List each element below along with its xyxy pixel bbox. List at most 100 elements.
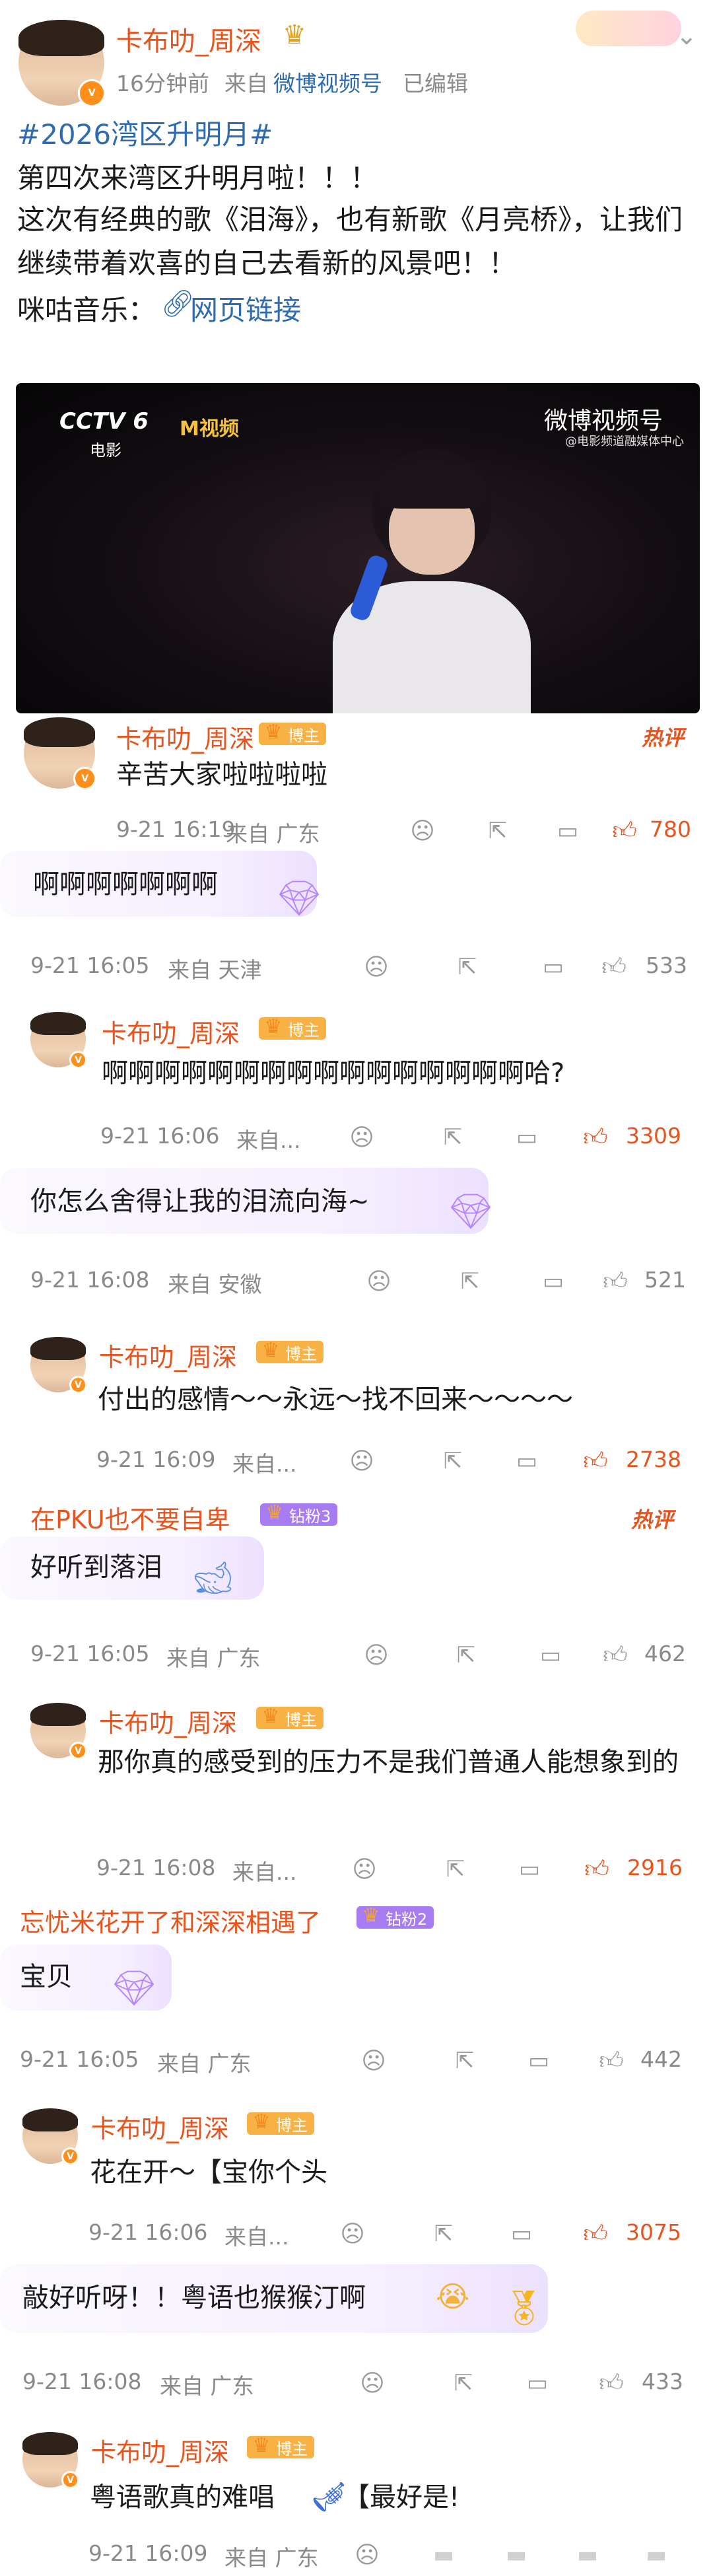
like-icon[interactable]: 👍︎ [601, 1641, 630, 1670]
comment-icon[interactable]: ▭ [539, 1267, 568, 1296]
like-count: 780 [650, 816, 691, 842]
post-hashtag[interactable]: #2026湾区升明月# [17, 112, 273, 153]
cctv6-logo: CCTV 6 [59, 408, 149, 435]
like-icon[interactable]: 👍︎ [597, 2046, 626, 2075]
comment-icon[interactable]: ▭ [515, 1855, 544, 1884]
hot-comment-label: 热评 [631, 1507, 674, 1532]
share-icon[interactable]: ⇱ [452, 1641, 481, 1670]
dislike-icon[interactable]: ☹ [408, 816, 437, 845]
bozhu-badge: ♛ 博主 [247, 2434, 314, 2458]
comment-author[interactable]: 卡布叻_周深 [99, 1337, 237, 1373]
post-header-decoration [576, 11, 681, 46]
bozhu-badge: ♛ 博主 [259, 1015, 326, 1040]
comment-text: 好听到落泪 [30, 1552, 162, 1583]
dislike-icon[interactable]: ☹ [358, 2369, 387, 2398]
fan-badge: ♛ 钻粉3 [260, 1501, 338, 1526]
comment-text-tail: 【最好是! [343, 2482, 460, 2513]
comment-time: 9-21 16:05 [20, 2046, 139, 2072]
chevron-down-icon[interactable]: ⌄ [676, 21, 697, 50]
share-icon[interactable]: ⇱ [456, 1267, 485, 1296]
share-icon[interactable]: ⇱ [450, 2046, 479, 2075]
post-author-name[interactable]: 卡布叻_周深 [116, 20, 261, 58]
crown-badge-icon: 🏅︎ [502, 2289, 546, 2328]
like-icon[interactable]: 👍︎ [581, 2219, 610, 2248]
comment-icon[interactable]: ▭ [507, 2219, 536, 2248]
share-icon[interactable]: ⇱ [441, 1855, 470, 1884]
bozhu-badge: ♛ 博主 [256, 1339, 323, 1363]
comment-icon[interactable]: ▭ [512, 1123, 541, 1152]
post-time: 16分钟前 [116, 71, 209, 96]
comment-icon[interactable]: ▭ [524, 2046, 553, 2075]
comment-location: 来自 安徽 [168, 1271, 262, 1297]
dislike-icon[interactable]: ☹ [338, 2219, 367, 2248]
fan-badge: ♛ 钻粉2 [356, 1904, 434, 1929]
like-icon[interactable]: 👍︎ [599, 952, 628, 982]
like-icon[interactable]: 👍︎ [581, 1447, 610, 1476]
crown-icon: ♛ [264, 721, 283, 744]
comment-author[interactable]: 忘忧米花开了和深深相遇了 [20, 1902, 321, 1939]
dislike-icon[interactable]: ☹ [359, 2046, 388, 2075]
share-icon[interactable]: ⇱ [453, 952, 482, 982]
like-icon[interactable]: 👍︎ [597, 2369, 626, 2398]
comment-author[interactable]: 卡布叻_周深 [91, 2108, 229, 2145]
dislike-icon[interactable]: ☹ [347, 1123, 376, 1152]
post-author-avatar[interactable]: V [18, 20, 106, 107]
post-web-link[interactable]: 网页链接 [190, 288, 301, 328]
comment-time: 9-21 16:06 [100, 1123, 220, 1149]
dislike-icon[interactable]: ☹ [362, 1641, 391, 1670]
post-edited: 已编辑 [403, 71, 468, 96]
comment-author[interactable]: 卡布叻_周深 [116, 719, 254, 755]
avatar[interactable]: V [22, 2108, 79, 2165]
comment-icon[interactable]: ▭ [536, 1641, 565, 1670]
dislike-icon[interactable]: ☹ [362, 952, 391, 982]
share-icon[interactable]: ⇱ [449, 2369, 478, 2398]
avatar[interactable]: V [30, 1337, 87, 1394]
post-line-1: 第四次来湾区升明月啦！！！ [17, 162, 378, 194]
comment-text: 辛苦大家啦啦啦啦 [116, 760, 327, 790]
comment-location: 来自... [232, 1859, 297, 1885]
avatar[interactable]: V [24, 717, 96, 790]
avatar[interactable]: V [22, 2432, 79, 2489]
comment-author[interactable]: 卡布叻_周深 [91, 2432, 229, 2468]
comment-author[interactable]: 在PKU也不要自卑 [30, 1499, 230, 1536]
like-icon[interactable]: 👍︎ [582, 1855, 611, 1884]
post-source-prefix: 来自 [224, 71, 268, 96]
like-icon[interactable]: 👍︎ [581, 1123, 610, 1152]
comment-author[interactable]: 卡布叻_周深 [102, 1013, 240, 1050]
dislike-icon[interactable]: ☹ [353, 2540, 382, 2569]
comment-icon[interactable]: ▭ [512, 1447, 541, 1476]
like-icon[interactable]: 👍︎ [601, 1267, 630, 1296]
like-icon[interactable]: 👍︎ [610, 816, 639, 845]
comment-author[interactable]: 卡布叻_周深 [99, 1703, 237, 1739]
post-video[interactable]: CCTV 6 电影 M视频 微博视频号 @电影频道融媒体中心 [16, 383, 700, 713]
like-count: 462 [644, 1641, 686, 1666]
comment-location: 来自 天津 [168, 957, 262, 983]
dislike-icon[interactable]: ☹ [364, 1267, 393, 1296]
avatar[interactable]: V [30, 1703, 87, 1760]
comment-location: 来自 广东 [226, 821, 320, 847]
like-count: 3309 [626, 1123, 681, 1149]
comment-icon[interactable]: ▬ [502, 2540, 531, 2569]
share-icon[interactable]: ⇱ [438, 1447, 467, 1476]
comment-time: 9-21 16:05 [30, 952, 150, 978]
share-icon[interactable]: ⇱ [429, 2219, 458, 2248]
share-icon[interactable]: ⇱ [483, 816, 512, 845]
like-count: 2738 [626, 1447, 681, 1472]
diamond-icon: 💎︎ [449, 1192, 493, 1232]
share-icon[interactable]: ⇱ [438, 1123, 467, 1152]
bozhu-badge: ♛ 博主 [247, 2110, 314, 2135]
avatar[interactable]: V [30, 1012, 87, 1069]
dislike-icon[interactable]: ☹ [347, 1447, 376, 1476]
post-music-label: 咪咕音乐： [17, 294, 156, 326]
share-icon[interactable]: ▬ [429, 2540, 458, 2569]
comment-icon[interactable]: ▭ [539, 952, 568, 982]
more-icon[interactable]: ▬ [573, 2540, 602, 2569]
post-source-link[interactable]: 微博视频号 [273, 66, 382, 98]
comment-icon[interactable]: ▭ [553, 816, 582, 845]
weibo-video-logo: 微博视频号 [544, 408, 663, 435]
comment-icon[interactable]: ▭ [523, 2369, 552, 2398]
crying-emoji-icon: 😭︎ [436, 2280, 470, 2314]
more-icon[interactable]: ▬ [642, 2540, 671, 2569]
dislike-icon[interactable]: ☹ [350, 1855, 379, 1884]
bozhu-badge: ♛ 博主 [259, 721, 326, 745]
